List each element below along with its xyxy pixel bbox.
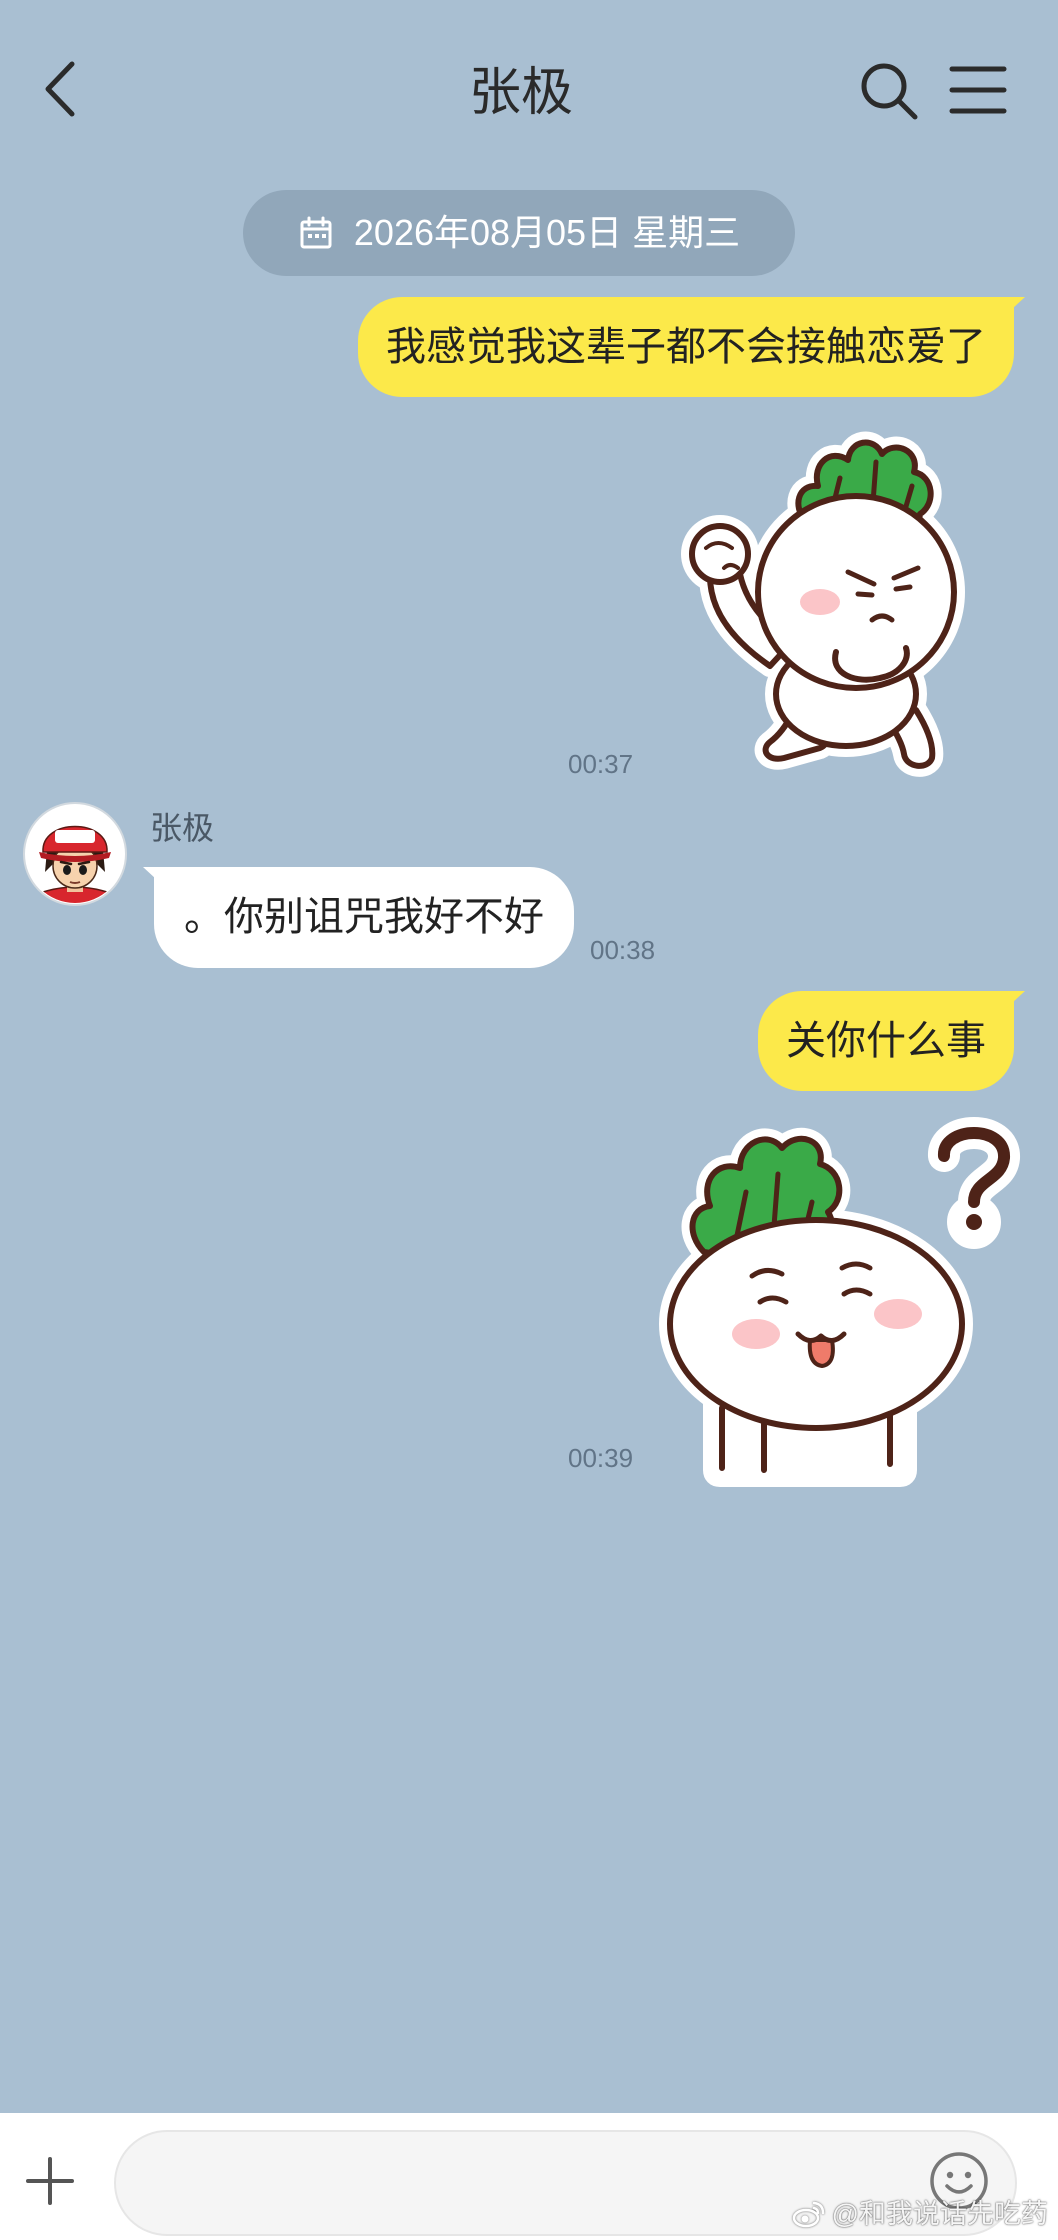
- date-divider: 2026年08月05日 星期三: [243, 190, 795, 276]
- incoming-message-row: 。你别诅咒我好不好 00:38: [154, 867, 655, 968]
- avatar-eye: [63, 865, 71, 875]
- message-text: 我感觉我这辈子都不会接触恋爱了: [386, 325, 986, 369]
- watermark: @和我说话先吃药: [792, 2196, 1048, 2232]
- radish-cheek: [800, 589, 840, 615]
- search-icon[interactable]: [858, 60, 920, 122]
- weibo-logo-eye: [801, 2215, 809, 2223]
- outgoing-message-bubble[interactable]: 我感觉我这辈子都不会接触恋爱了: [358, 297, 1014, 397]
- incoming-message-bubble[interactable]: 。你别诅咒我好不好: [154, 867, 574, 968]
- smiley-eye: [964, 2171, 972, 2179]
- radish-cheek: [874, 1299, 922, 1329]
- radish-cheek: [732, 1319, 780, 1349]
- avatar-mouth: [69, 881, 81, 884]
- radish-head: [670, 1220, 962, 1428]
- message-timestamp: 00:37: [568, 749, 634, 779]
- radish-question-sticker[interactable]: [660, 1118, 1030, 1480]
- radish-figure: [670, 1133, 1004, 1476]
- date-text: 2026年08月05日 星期三: [353, 212, 741, 253]
- smiley-eye: [946, 2171, 954, 2179]
- search-handle: [896, 98, 918, 120]
- sender-name: 张极: [150, 810, 215, 846]
- avatar-cap-patch: [55, 830, 95, 843]
- avatar-eye: [79, 865, 87, 875]
- calendar-dot: [307, 234, 312, 238]
- radish-flexing-sticker[interactable]: [680, 426, 975, 778]
- message-text: 。你别诅咒我好不好: [184, 895, 544, 939]
- calendar-dot: [314, 234, 319, 238]
- radish-figure: [692, 443, 954, 766]
- radish-fist: [692, 526, 748, 582]
- menu-icon[interactable]: [948, 60, 1008, 120]
- message-timestamp: 00:39: [568, 1443, 634, 1473]
- calendar-icon: [300, 216, 332, 249]
- watermark-text: @和我说话先吃药: [831, 2199, 1048, 2229]
- radish-tongue: [807, 1338, 835, 1368]
- avatar[interactable]: [23, 802, 127, 906]
- message-timestamp: 00:38: [590, 935, 656, 965]
- question-mark-dot: [966, 1214, 982, 1230]
- plus-icon[interactable]: [24, 2155, 76, 2207]
- smiley-mouth: [945, 2184, 973, 2194]
- menu-lines: [949, 66, 1007, 114]
- outgoing-message-bubble[interactable]: 关你什么事: [758, 991, 1014, 1091]
- radish-bent-arm: [832, 645, 910, 683]
- cartoon-boy-red-cap-avatar: [35, 825, 115, 903]
- weibo-logo-icon: [792, 2201, 824, 2228]
- calendar-dot: [321, 234, 326, 238]
- message-text: 关你什么事: [786, 1019, 986, 1063]
